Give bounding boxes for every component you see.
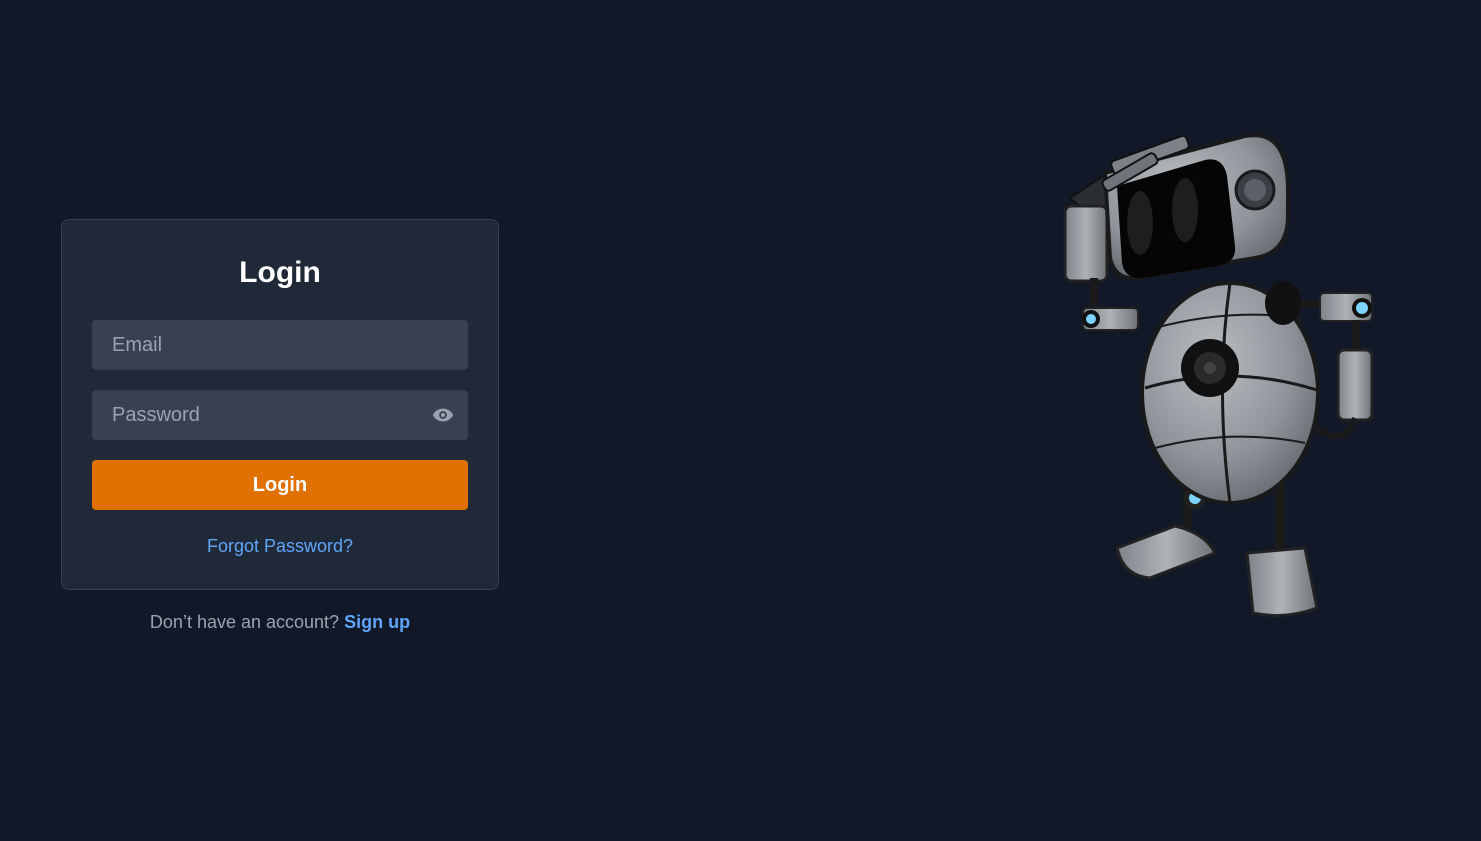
login-title: Login xyxy=(239,256,321,289)
email-input[interactable] xyxy=(92,320,468,370)
eye-icon[interactable] xyxy=(432,404,454,426)
password-input[interactable] xyxy=(92,390,468,440)
forgot-password-link[interactable]: Forgot Password? xyxy=(92,536,468,557)
signup-prompt-line: Don’t have an account? Sign up xyxy=(61,612,499,633)
login-card: Login Login Forgot Password? xyxy=(61,219,499,590)
login-button[interactable]: Login xyxy=(92,460,468,510)
login-page: Login Login Forgot Password? Don’t have … xyxy=(0,0,1481,841)
signup-prompt-text: Don’t have an account? xyxy=(149,612,340,632)
email-field-wrapper xyxy=(92,320,468,370)
password-field-wrapper xyxy=(92,390,468,440)
sign-up-link[interactable]: Sign up xyxy=(344,612,410,632)
robot-illustration xyxy=(1063,133,1374,618)
